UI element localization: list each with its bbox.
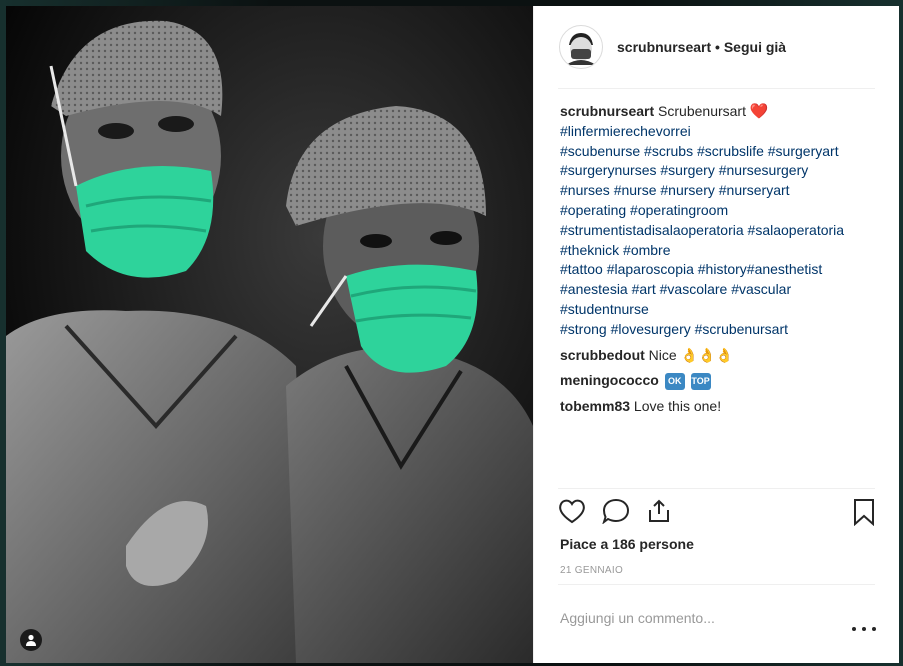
more-options-icon: [852, 627, 856, 631]
hashtag-line[interactable]: #linfermierechevorrei: [560, 122, 882, 142]
speech-bubble-icon: [602, 498, 630, 525]
bookmark-icon: [854, 499, 874, 527]
comment-text: Love this one!: [633, 398, 722, 415]
heart-outline-icon: [559, 499, 585, 524]
person-icon: [26, 634, 36, 646]
hashtag-line[interactable]: #strong #lovesurgery #scrubenursart: [560, 320, 882, 340]
share-icon: [649, 499, 669, 522]
hashtag-line[interactable]: #studentnurse: [560, 300, 882, 320]
caption-username[interactable]: scrubnurseart: [560, 103, 654, 119]
more-options-icon: [872, 627, 876, 631]
post-header: scrubnurseart • Segui già: [534, 6, 900, 88]
hashtag-line[interactable]: #nurses #nurse #nursery #nurseryart: [560, 181, 882, 201]
user-tag-button[interactable]: [20, 629, 42, 651]
post-side-panel: scrubnurseart • Segui già scrubnurseart …: [533, 6, 899, 663]
comment-button[interactable]: [602, 498, 630, 529]
follow-status[interactable]: • Segui già: [715, 39, 786, 55]
actions-divider: [558, 488, 875, 489]
like-button[interactable]: [558, 498, 586, 529]
comment-item: meningococco OK TOP: [560, 371, 882, 391]
post-date[interactable]: 21 GENNAIO: [560, 565, 623, 576]
hashtag-line[interactable]: #tattoo #laparoscopia #history#anestheti…: [560, 260, 882, 280]
header-divider: [558, 88, 875, 89]
caption-hashtags: #linfermierechevorrei #scubenurse #scrub…: [560, 122, 882, 340]
comment-divider: [558, 584, 875, 585]
top-badge-emoji: TOP: [690, 373, 711, 391]
comment-username[interactable]: scrubbedout: [560, 347, 645, 363]
heart-emoji: ❤️: [749, 103, 769, 120]
post-header-text: scrubnurseart • Segui già: [617, 39, 786, 55]
hashtag-line[interactable]: #strumentistadisalaoperatoria #salaopera…: [560, 221, 882, 241]
avatar-image: [561, 27, 601, 67]
more-options-button[interactable]: [852, 624, 876, 634]
ok-hand-emoji: 👌👌👌: [680, 346, 733, 363]
post-image-surgeons: [6, 6, 533, 663]
share-button[interactable]: [646, 498, 672, 529]
likes-count[interactable]: Piace a 186 persone: [560, 536, 694, 552]
comment-item: scrubbedout Nice 👌👌👌: [560, 346, 882, 366]
save-button[interactable]: [852, 498, 876, 531]
avatar[interactable]: [559, 25, 603, 69]
comments-list: scrubnurseart Scrubenursart ❤️ #linfermi…: [560, 102, 882, 417]
post-caption: scrubnurseart Scrubenursart ❤️ #linfermi…: [560, 102, 882, 340]
ok-badge-emoji: OK: [664, 373, 685, 391]
hashtag-line[interactable]: #theknick #ombre: [560, 241, 882, 261]
hashtag-line[interactable]: #operating #operatingroom: [560, 201, 882, 221]
header-username[interactable]: scrubnurseart: [617, 39, 711, 55]
more-options-icon: [862, 627, 866, 631]
comment-text: Nice: [648, 346, 677, 363]
add-comment-input[interactable]: [560, 607, 830, 629]
hashtag-line[interactable]: #scubenurse #scrubs #scrubslife #surgery…: [560, 142, 882, 162]
comment-item: tobemm83 Love this one!: [560, 397, 882, 417]
comment-username[interactable]: meningococco: [560, 372, 659, 388]
post-photo[interactable]: [6, 6, 533, 663]
hashtag-line[interactable]: #surgerynurses #surgery #nursesurgery: [560, 161, 882, 181]
hashtag-line[interactable]: #anestesia #art #vascolare #vascular: [560, 280, 882, 300]
caption-text: Scrubenursart: [658, 103, 746, 119]
action-bar: [558, 496, 878, 530]
comment-username[interactable]: tobemm83: [560, 398, 630, 414]
